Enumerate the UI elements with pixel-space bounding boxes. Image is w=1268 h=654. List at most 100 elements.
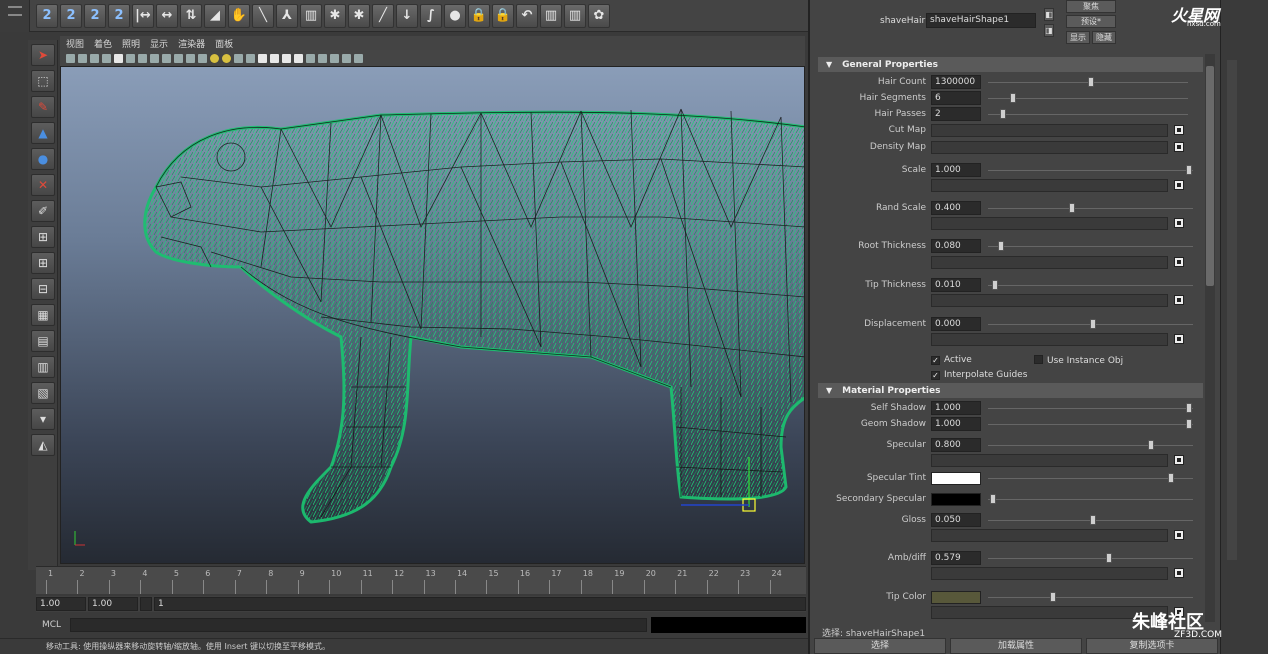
shelf-tool-icon[interactable]: ↶ xyxy=(516,3,538,28)
viewport-toolbar-button[interactable] xyxy=(318,53,327,63)
displacement-handle[interactable] xyxy=(1090,319,1096,329)
displacement-field[interactable]: 0.000 xyxy=(931,317,981,331)
hair-segments-field[interactable]: 6 xyxy=(931,91,981,105)
tip-thickness-handle[interactable] xyxy=(992,280,998,290)
shelf-tool-icon[interactable]: ∫ xyxy=(420,3,442,28)
render-icon[interactable]: ◭ xyxy=(31,434,55,456)
scale-field[interactable]: 1.000 xyxy=(931,163,981,177)
layout-hypershade-icon[interactable]: ▥ xyxy=(31,356,55,378)
shelf-tool-icon[interactable]: 2 xyxy=(108,3,130,28)
specular-map-bar[interactable] xyxy=(931,454,1168,467)
viewport-menu-item[interactable]: 视图 xyxy=(66,37,84,50)
amb-diff-handle[interactable] xyxy=(1106,553,1112,563)
secondary-specular-handle[interactable] xyxy=(990,494,996,504)
viewport-toolbar-button[interactable] xyxy=(162,53,171,63)
layout-single-icon[interactable]: ⊞ xyxy=(31,226,55,248)
hair-count-handle[interactable] xyxy=(1088,77,1094,87)
density-map-bar[interactable] xyxy=(931,141,1168,154)
self-shadow-slider[interactable] xyxy=(988,408,1193,409)
shelf-tool-icon[interactable]: ╲ xyxy=(252,3,274,28)
hair-passes-handle[interactable] xyxy=(1000,109,1006,119)
specular-tint-handle[interactable] xyxy=(1168,473,1174,483)
viewport-3d[interactable] xyxy=(60,66,805,564)
viewport-toolbar-button[interactable] xyxy=(354,53,363,63)
presets-button[interactable]: 预设* xyxy=(1066,15,1116,28)
shelf-tool-icon[interactable]: ▥ xyxy=(540,3,562,28)
collapse-icon[interactable]: ▾ xyxy=(31,408,55,430)
viewport-menu-item[interactable]: 渲染器 xyxy=(178,37,205,50)
lasso-icon[interactable]: ⬚ xyxy=(31,70,55,92)
range-bar[interactable]: 1 xyxy=(154,597,806,611)
tip-color-slider[interactable] xyxy=(988,597,1193,598)
displacement-map-button[interactable] xyxy=(1174,334,1184,344)
section-general-properties[interactable]: ▼ General Properties xyxy=(818,57,1203,72)
shelf-tool-icon[interactable]: ✱ xyxy=(348,3,370,28)
tip-color-swatch[interactable] xyxy=(931,591,981,604)
specular-handle[interactable] xyxy=(1148,440,1154,450)
hair-segments-slider[interactable] xyxy=(988,98,1188,99)
current-time-field[interactable]: 1.00 xyxy=(88,597,138,611)
tip-thickness-slider[interactable] xyxy=(988,285,1193,286)
shelf-tool-icon[interactable]: 2 xyxy=(36,3,58,28)
scale-slider[interactable] xyxy=(988,170,1193,171)
shelf-tool-icon[interactable]: ⇅ xyxy=(180,3,202,28)
layout-outliner-icon[interactable]: ▤ xyxy=(31,330,55,352)
geom-shadow-slider[interactable] xyxy=(988,424,1193,425)
hair-passes-field[interactable]: 2 xyxy=(931,107,981,121)
geom-shadow-handle[interactable] xyxy=(1186,419,1192,429)
paint-icon[interactable]: ✎ xyxy=(31,96,55,118)
brush-icon[interactable]: ✐ xyxy=(31,200,55,222)
self-shadow-handle[interactable] xyxy=(1186,403,1192,413)
shelf-tool-icon[interactable]: ✋ xyxy=(228,3,250,28)
rand-scale-map-bar[interactable] xyxy=(931,217,1168,230)
shelf-tool-icon[interactable]: 🔒 xyxy=(468,3,490,28)
self-shadow-field[interactable]: 1.000 xyxy=(931,401,981,415)
shelf-grip[interactable] xyxy=(0,0,30,32)
shelf-tool-icon[interactable]: ◢ xyxy=(204,3,226,28)
geom-shadow-field[interactable]: 1.000 xyxy=(931,417,981,431)
shelf-tool-icon[interactable]: |↔ xyxy=(132,3,154,28)
amb-diff-map-bar[interactable] xyxy=(931,567,1168,580)
section-material-properties[interactable]: ▼ Material Properties xyxy=(818,383,1203,398)
shelf-tool-icon[interactable]: ╱ xyxy=(372,3,394,28)
hair-passes-slider[interactable] xyxy=(988,114,1188,115)
secondary-specular-swatch[interactable] xyxy=(931,493,981,506)
gloss-map-button[interactable] xyxy=(1174,530,1184,540)
active-checkbox[interactable]: ✓ Active xyxy=(931,355,972,365)
shelf-tool-icon[interactable]: ▥ xyxy=(300,3,322,28)
channel-box-scrollbar[interactable] xyxy=(1227,60,1237,560)
hair-segments-handle[interactable] xyxy=(1010,93,1016,103)
amb-diff-map-button[interactable] xyxy=(1174,568,1184,578)
attribute-scroll-area[interactable]: ▼ General Properties Hair Count 1300000 H… xyxy=(818,54,1203,622)
range-handle[interactable] xyxy=(140,597,152,611)
root-thickness-map-button[interactable] xyxy=(1174,257,1184,267)
tip-thickness-map-button[interactable] xyxy=(1174,295,1184,305)
hide-button[interactable]: 隐藏 xyxy=(1092,31,1116,44)
viewport-menu-item[interactable]: 面板 xyxy=(215,37,233,50)
copy-tab-button[interactable]: 复制选项卡 xyxy=(1086,638,1218,654)
specular-slider[interactable] xyxy=(988,445,1193,446)
density-map-button[interactable] xyxy=(1174,142,1184,152)
viewport-toolbar-button[interactable] xyxy=(186,53,195,63)
viewport-toolbar-button[interactable] xyxy=(102,53,111,63)
shelf-tool-icon[interactable]: ↓ xyxy=(396,3,418,28)
rand-scale-field[interactable]: 0.400 xyxy=(931,201,981,215)
displacement-map-bar[interactable] xyxy=(931,333,1168,346)
root-thickness-handle[interactable] xyxy=(998,241,1004,251)
select-button[interactable]: 选择 xyxy=(814,638,946,654)
interpolate-guides-checkbox[interactable]: ✓ Interpolate Guides xyxy=(931,370,1027,380)
time-slider[interactable]: 1 2 3 4 5 6 7 8 9 10 11 12 13 14 15 16 17 18 19 20 21 22 23 24 xyxy=(36,566,806,594)
specular-tint-slider[interactable] xyxy=(988,478,1193,479)
specular-field[interactable]: 0.800 xyxy=(931,438,981,452)
layout-custom-icon[interactable]: ▧ xyxy=(31,382,55,404)
shelf-tool-icon[interactable]: ✱ xyxy=(324,3,346,28)
scrollbar-thumb[interactable] xyxy=(1206,66,1214,286)
focus-button[interactable]: 聚焦 xyxy=(1066,0,1116,13)
specular-map-button[interactable] xyxy=(1174,455,1184,465)
layout-four-icon[interactable]: ⊞ xyxy=(31,252,55,274)
layout-graph-icon[interactable]: ▦ xyxy=(31,304,55,326)
specular-tint-swatch[interactable] xyxy=(931,472,981,485)
viewport-toolbar-button[interactable] xyxy=(306,53,315,63)
viewport-toolbar-button[interactable] xyxy=(210,53,219,63)
secondary-specular-slider[interactable] xyxy=(988,499,1193,500)
